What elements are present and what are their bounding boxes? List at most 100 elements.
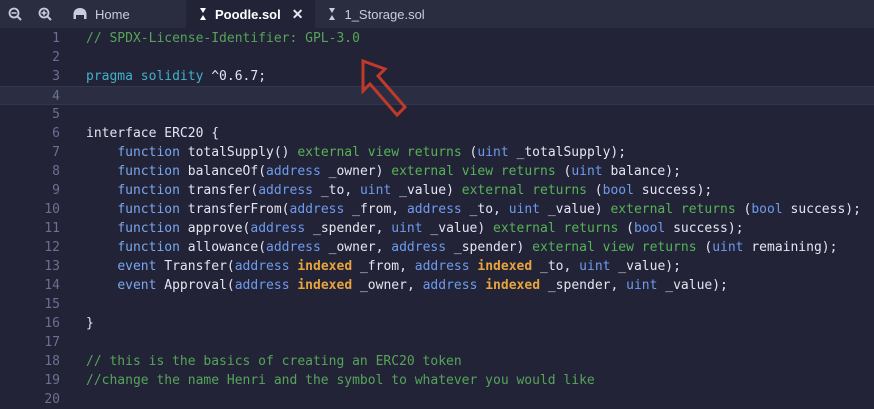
code-line[interactable]: 19 //change the name Henri and the symbol… <box>0 371 874 390</box>
code-token: function <box>117 240 180 255</box>
line-number: 3 <box>52 69 60 84</box>
code-token: event <box>117 259 157 274</box>
code-token: address <box>422 278 478 293</box>
code-token: interface ERC20 { <box>86 126 220 141</box>
code-token: _value); <box>657 278 728 293</box>
code-line[interactable]: 20 <box>0 390 874 409</box>
line-number: 4 <box>52 89 60 104</box>
code-token: Transfer( <box>156 259 235 274</box>
line-number: 16 <box>44 316 60 331</box>
code-text: event Transfer(address indexed _from, ad… <box>86 257 681 276</box>
code-line[interactable]: 7 function totalSupply() external view r… <box>0 143 874 162</box>
line-number: 7 <box>52 145 60 160</box>
code-token: indexed <box>477 259 533 274</box>
code-line[interactable]: 12 function allowance(address _owner, ad… <box>0 238 874 257</box>
code-token: indexed <box>297 278 353 293</box>
code-line[interactable]: 18 // this is the basics of creating an E… <box>0 352 874 371</box>
code-token: event <box>117 278 157 293</box>
code-line[interactable]: 14 event Approval(address indexed _owner… <box>0 276 874 295</box>
line-number: 8 <box>52 164 60 179</box>
code-token: address <box>250 221 306 236</box>
code-token: _spender, <box>305 221 392 236</box>
code-token: address <box>266 240 321 255</box>
code-token: _to, <box>532 259 580 274</box>
code-editor[interactable]: 1 // SPDX-License-Identifier: GPL-3.0 2 3 pr… <box>0 28 874 407</box>
tab-poodle-sol-label: Poodle.sol <box>215 6 281 22</box>
code-line[interactable]: 4 <box>0 86 874 105</box>
code-line[interactable]: 15 <box>0 295 874 314</box>
code-text: function allowance(address _owner, addre… <box>86 238 837 257</box>
code-token: uint <box>626 278 658 293</box>
code-line[interactable]: 5 <box>0 105 874 124</box>
code-token: } <box>86 316 94 331</box>
code-token: external returns <box>493 221 619 236</box>
code-token: allowance( <box>179 240 267 255</box>
tab-bar: Home Poodle.sol ✕ 1_Storage.sol <box>0 0 874 28</box>
code-token: _value) <box>540 202 611 217</box>
code-token: function <box>117 221 180 236</box>
code-token: address <box>289 202 345 217</box>
code-text: //change the name Henri and the symbol t… <box>86 371 595 390</box>
code-text: // SPDX-License-Identifier: GPL-3.0 <box>86 29 360 48</box>
zoom-out-button[interactable] <box>0 0 30 28</box>
code-line[interactable]: 16} <box>0 314 874 333</box>
code-token: indexed <box>297 259 353 274</box>
code-token: approve( <box>179 221 251 236</box>
code-token: bool <box>602 183 634 198</box>
code-token: uint <box>508 202 541 217</box>
code-token: success); <box>633 183 713 198</box>
code-token: uint <box>359 183 392 198</box>
code-text: pragma solidity ^0.6.7; <box>86 67 266 86</box>
code-token: external returns <box>461 183 587 198</box>
code-text: function transferFrom(address _from, add… <box>86 200 861 219</box>
code-token: bool <box>633 221 666 236</box>
code-token: totalSupply() <box>179 145 298 160</box>
code-token: Approval( <box>156 278 235 293</box>
code-token: indexed <box>485 278 541 293</box>
code-token: _spender, <box>540 278 627 293</box>
close-tab-icon[interactable]: ✕ <box>292 6 304 23</box>
tab-home[interactable]: Home <box>60 0 186 28</box>
code-line[interactable]: 17 <box>0 333 874 352</box>
zoom-in-button[interactable] <box>30 0 60 28</box>
code-line[interactable]: 9 function transfer(address _to, uint _v… <box>0 181 874 200</box>
tab-1-storage-sol[interactable]: 1_Storage.sol <box>315 0 436 28</box>
code-line[interactable]: 6 interface ERC20 { <box>0 124 874 143</box>
code-token: uint <box>391 221 423 236</box>
line-number: 10 <box>44 202 60 217</box>
code-line[interactable]: 1 // SPDX-License-Identifier: GPL-3.0 <box>0 29 874 48</box>
line-number: 1 <box>52 31 60 46</box>
line-number: 17 <box>44 335 60 350</box>
code-line[interactable]: 11 function approve(address _spender, ui… <box>0 219 874 238</box>
line-number: 15 <box>44 297 60 312</box>
line-number: 12 <box>44 240 60 255</box>
code-token: ( <box>696 240 713 255</box>
line-number: 2 <box>52 50 60 65</box>
annotation-arrow-icon <box>361 58 408 118</box>
code-token: external returns <box>610 202 736 217</box>
code-line[interactable]: 13 event Transfer(address indexed _from,… <box>0 257 874 276</box>
code-token: _owner, <box>352 278 423 293</box>
code-line[interactable]: 2 <box>0 48 874 67</box>
code-token: function <box>117 183 180 198</box>
solidity-icon <box>200 8 206 20</box>
tab-home-label: Home <box>95 6 130 22</box>
line-number: 19 <box>44 373 60 388</box>
tab-poodle-sol[interactable]: Poodle.sol ✕ <box>186 0 316 28</box>
code-token: ( <box>586 183 603 198</box>
code-token: remaining); <box>743 240 838 255</box>
code-token: transferFrom( <box>179 202 290 217</box>
code-line[interactable]: 8 function balanceOf(address _owner) ext… <box>0 162 874 181</box>
zoom-in-icon <box>38 7 52 21</box>
zoom-out-icon <box>8 7 22 21</box>
code-token: _from, <box>344 202 407 217</box>
code-line[interactable]: 3 pragma solidity ^0.6.7; <box>0 67 874 86</box>
code-token: _to, <box>313 183 360 198</box>
code-text: function totalSupply() external view ret… <box>86 143 626 162</box>
code-text: interface ERC20 { <box>86 124 219 143</box>
code-line[interactable]: 10 function transferFrom(address _from, … <box>0 200 874 219</box>
code-token: address <box>406 202 462 217</box>
